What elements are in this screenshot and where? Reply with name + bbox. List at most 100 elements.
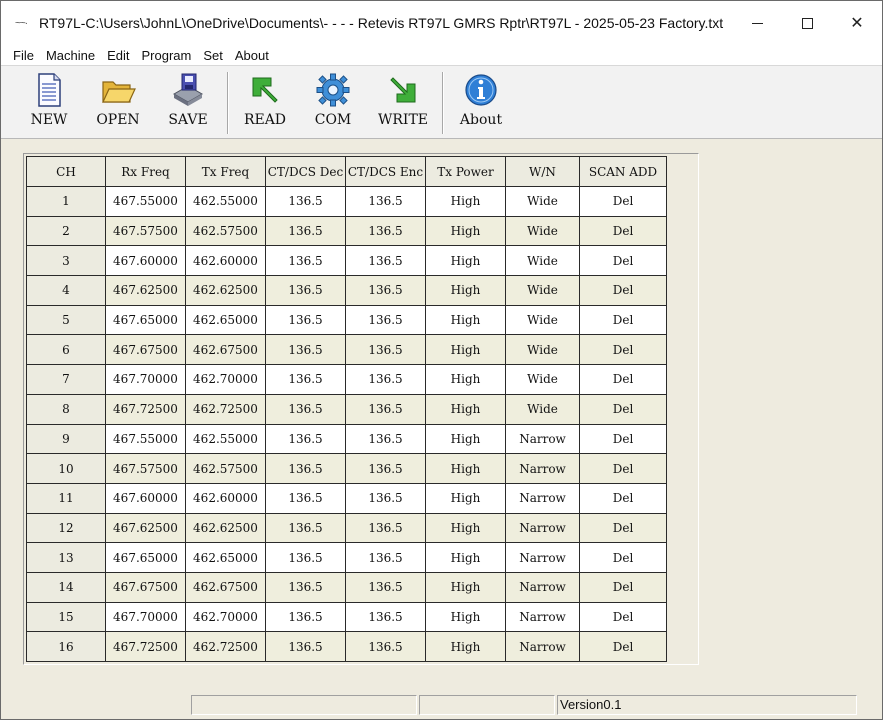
cell-tx-freq[interactable]: 462.62500 [185,275,266,306]
cell-tx-power[interactable]: High [425,542,506,573]
cell-rx-freq[interactable]: 467.65000 [105,542,186,573]
header-ctdcs-enc[interactable]: CT/DCS Enc [345,156,426,187]
menu-edit[interactable]: Edit [101,48,135,63]
write-button[interactable]: WRITE [371,72,435,136]
cell-ch[interactable]: 6 [26,334,106,366]
cell-tx-freq[interactable]: 462.70000 [185,601,266,633]
cell-rx-freq[interactable]: 467.65000 [105,304,186,336]
cell-wn[interactable]: Wide [505,393,580,425]
cell-rx-freq[interactable]: 467.72500 [105,393,186,425]
cell-tx-freq[interactable]: 462.57500 [185,215,266,247]
cell-scan-add[interactable]: Del [579,571,667,603]
cell-tx-power[interactable]: High [425,423,506,455]
cell-tx-power[interactable]: High [425,512,506,544]
cell-rx-freq[interactable]: 467.55000 [105,423,186,455]
cell-ctdcs-enc[interactable]: 136.5 [345,571,426,603]
cell-wn[interactable]: Wide [505,215,580,247]
cell-tx-power[interactable]: High [425,482,506,514]
cell-wn[interactable]: Narrow [505,542,580,573]
menu-machine[interactable]: Machine [40,48,101,63]
cell-tx-power[interactable]: High [425,364,506,395]
cell-ctdcs-enc[interactable]: 136.5 [345,304,426,336]
header-scan-add[interactable]: SCAN ADD [579,156,667,187]
cell-ctdcs-dec[interactable]: 136.5 [265,334,346,366]
cell-rx-freq[interactable]: 467.62500 [105,275,186,306]
cell-scan-add[interactable]: Del [579,334,667,366]
cell-ctdcs-dec[interactable]: 136.5 [265,304,346,336]
cell-ctdcs-dec[interactable]: 136.5 [265,571,346,603]
cell-wn[interactable]: Wide [505,364,580,395]
cell-tx-freq[interactable]: 462.65000 [185,304,266,336]
cell-ctdcs-dec[interactable]: 136.5 [265,215,346,247]
cell-ch[interactable]: 16 [26,631,106,662]
cell-scan-add[interactable]: Del [579,215,667,247]
cell-scan-add[interactable]: Del [579,601,667,633]
cell-scan-add[interactable]: Del [579,482,667,514]
cell-tx-freq[interactable]: 462.62500 [185,512,266,544]
header-rx-freq[interactable]: Rx Freq [105,156,186,187]
cell-tx-freq[interactable]: 462.55000 [185,423,266,455]
cell-ctdcs-enc[interactable]: 136.5 [345,364,426,395]
cell-tx-power[interactable]: High [425,215,506,247]
cell-scan-add[interactable]: Del [579,542,667,573]
cell-ctdcs-enc[interactable]: 136.5 [345,601,426,633]
cell-ctdcs-enc[interactable]: 136.5 [345,334,426,366]
menu-program[interactable]: Program [136,48,198,63]
cell-rx-freq[interactable]: 467.67500 [105,571,186,603]
cell-ch[interactable]: 10 [26,453,106,484]
cell-ctdcs-enc[interactable]: 136.5 [345,393,426,425]
maximize-button[interactable] [782,1,832,45]
cell-tx-freq[interactable]: 462.72500 [185,631,266,662]
cell-rx-freq[interactable]: 467.60000 [105,482,186,514]
com-button[interactable]: COM [301,72,365,136]
cell-tx-freq[interactable]: 462.70000 [185,364,266,395]
cell-rx-freq[interactable]: 467.60000 [105,245,186,277]
cell-ctdcs-dec[interactable]: 136.5 [265,423,346,455]
cell-ctdcs-dec[interactable]: 136.5 [265,512,346,544]
cell-ctdcs-enc[interactable]: 136.5 [345,245,426,277]
cell-scan-add[interactable]: Del [579,512,667,544]
cell-ch[interactable]: 14 [26,571,106,603]
cell-tx-freq[interactable]: 462.55000 [185,186,266,217]
cell-ctdcs-dec[interactable]: 136.5 [265,482,346,514]
new-button[interactable]: NEW [17,72,81,136]
cell-wn[interactable]: Narrow [505,601,580,633]
cell-wn[interactable]: Narrow [505,482,580,514]
close-button[interactable]: ✕ [832,1,882,45]
title-bar[interactable]: ~~· RT97L-C:\Users\JohnL\OneDrive\Docume… [1,1,882,45]
header-ctdcs-dec[interactable]: CT/DCS Dec [265,156,346,187]
cell-rx-freq[interactable]: 467.70000 [105,364,186,395]
cell-ctdcs-enc[interactable]: 136.5 [345,275,426,306]
cell-ctdcs-enc[interactable]: 136.5 [345,423,426,455]
cell-ch[interactable]: 13 [26,542,106,573]
cell-ch[interactable]: 2 [26,215,106,247]
menu-set[interactable]: Set [197,48,229,63]
cell-rx-freq[interactable]: 467.62500 [105,512,186,544]
cell-ctdcs-enc[interactable]: 136.5 [345,186,426,217]
open-button[interactable]: OPEN [86,72,150,136]
cell-ctdcs-enc[interactable]: 136.5 [345,453,426,484]
cell-ctdcs-dec[interactable]: 136.5 [265,453,346,484]
cell-tx-freq[interactable]: 462.67500 [185,334,266,366]
menu-about[interactable]: About [229,48,275,63]
cell-rx-freq[interactable]: 467.55000 [105,186,186,217]
cell-rx-freq[interactable]: 467.57500 [105,215,186,247]
cell-scan-add[interactable]: Del [579,304,667,336]
cell-ch[interactable]: 7 [26,364,106,395]
cell-ctdcs-dec[interactable]: 136.5 [265,275,346,306]
cell-tx-freq[interactable]: 462.67500 [185,571,266,603]
cell-ctdcs-enc[interactable]: 136.5 [345,631,426,662]
cell-wn[interactable]: Narrow [505,423,580,455]
cell-tx-power[interactable]: High [425,601,506,633]
cell-tx-freq[interactable]: 462.65000 [185,542,266,573]
cell-ch[interactable]: 15 [26,601,106,633]
cell-scan-add[interactable]: Del [579,453,667,484]
menu-file[interactable]: File [1,48,40,63]
cell-scan-add[interactable]: Del [579,186,667,217]
cell-wn[interactable]: Narrow [505,512,580,544]
cell-ch[interactable]: 3 [26,245,106,277]
cell-tx-power[interactable]: High [425,631,506,662]
cell-tx-freq[interactable]: 462.60000 [185,482,266,514]
cell-scan-add[interactable]: Del [579,393,667,425]
cell-scan-add[interactable]: Del [579,275,667,306]
